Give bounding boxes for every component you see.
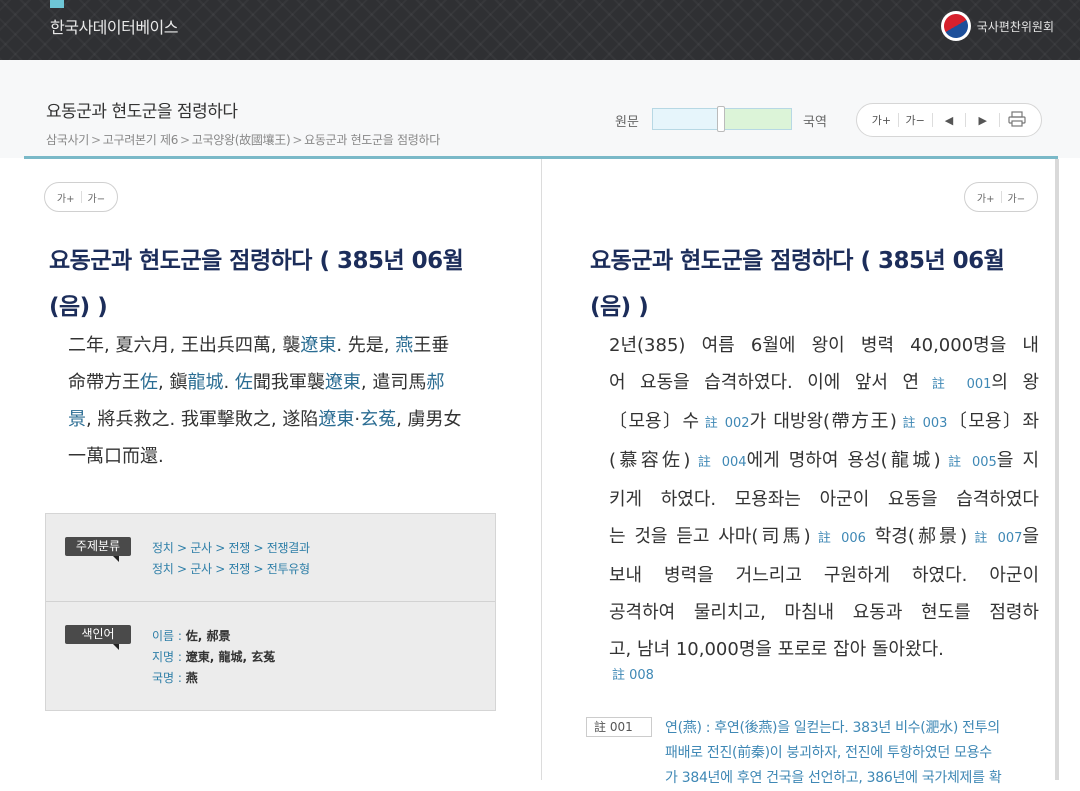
footnote-link[interactable]: 註 002 <box>699 416 750 431</box>
footnote-link[interactable]: 註 007 <box>967 531 1022 546</box>
original-pane-portion <box>653 109 721 129</box>
keyword-link[interactable]: 郝 <box>426 372 444 393</box>
view-ratio-slider[interactable] <box>652 106 792 132</box>
translation-pane-portion <box>721 109 791 129</box>
breadcrumb-item[interactable]: 삼국사기 <box>46 133 89 147</box>
left-font-increase-button[interactable]: 가+ <box>51 190 81 205</box>
keyword-link[interactable]: 佐 <box>140 372 158 393</box>
right-font-increase-button[interactable]: 가+ <box>971 190 1001 205</box>
text-line: (慕容佐) 註 004에게 명하여 용성(龍城) 註 005을 지 <box>609 450 1040 471</box>
footnote-line: 가 384년에 후연 건국을 선언하고, 386년에 국가체제를 확 <box>665 770 1002 786</box>
chevron-right-icon: > <box>90 133 101 147</box>
breadcrumb: 삼국사기 > 고구려본기 제6 > 고국양왕(故國壤王) > 요동군과 현도군을 점령하다 <box>46 131 440 148</box>
next-button[interactable]: ▶ <box>966 114 999 127</box>
prev-button[interactable]: ◀ <box>933 114 966 127</box>
toolbar: 가+ 가− ◀ ▶ <box>856 103 1042 137</box>
font-decrease-button[interactable]: 가− <box>899 112 932 128</box>
breadcrumb-item[interactable]: 요동군과 현도군을 점령하다 <box>304 133 440 147</box>
index-names: 이름 : 佐, 郝景 <box>152 629 231 643</box>
text-line: 공격하여 물리치고, 마침내 요동과 현도를 점령하 <box>609 602 1039 623</box>
right-font-decrease-button[interactable]: 가− <box>1002 190 1032 205</box>
original-label: 원문 <box>615 115 639 130</box>
translation-title: 요동군과 현도군을 점령하다 ( 385년 06월 (음) ) <box>590 248 1005 320</box>
text-line: 命帶方王佐, 鎭龍城. 佐聞我軍襲遼東, 遣司馬郝 <box>68 372 445 393</box>
text-line: 보내 병력을 거느리고 구원하게 하였다. 아군이 <box>609 565 1039 586</box>
taegeuk-emblem-icon <box>940 11 971 41</box>
keyword-link[interactable]: 遼東 <box>300 335 336 356</box>
text-line: 二年, 夏六月, 王出兵四萬, 襲遼東. 先是, 燕王垂 <box>68 335 450 356</box>
footnote-link[interactable]: 註 008 <box>612 668 654 683</box>
original-text: 二年, 夏六月, 王出兵四萬, 襲遼東. 先是, 燕王垂 命帶方王佐, 鎭龍城. … <box>68 327 508 475</box>
footnote-link[interactable]: 註 001 <box>919 377 992 392</box>
breadcrumb-item[interactable]: 고구려본기 제6 <box>103 133 179 147</box>
translation-last-note: 註 008 <box>612 655 654 694</box>
right-font-controls: 가+ 가− <box>964 182 1038 212</box>
index-countries: 국명 : 燕 <box>152 671 198 685</box>
logo-accent <box>50 0 64 8</box>
text-line: 키게 하였다. 모용좌는 아군이 요동을 습격하였다 <box>609 489 1039 510</box>
column-divider <box>541 159 542 780</box>
index-tag: 색인어 <box>65 625 131 650</box>
topic-link[interactable]: 정치 > 군사 > 전쟁 > 전투유형 <box>152 560 310 577</box>
org-logo[interactable]: 국사편찬위원회 <box>940 10 1054 42</box>
keyword-link[interactable]: 龍城 <box>187 372 223 393</box>
footnote-badge: 註 001 <box>586 717 652 737</box>
text-line: 고, 남녀 10,000명을 포로로 잡아 돌아왔다. <box>609 639 944 660</box>
footnote-link[interactable]: 註 006 <box>811 531 866 546</box>
text-line: 어 요동을 습격하였다. 이에 앞서 연 註 001의 왕 <box>609 372 1040 393</box>
topic-link[interactable]: 정치 > 군사 > 전쟁 > 전쟁결과 <box>152 539 310 556</box>
topic-tag: 주제분류 <box>65 537 131 562</box>
keyword-link[interactable]: 玄菟 <box>360 409 396 430</box>
footnote-line: 패배로 전진(前秦)이 붕괴하자, 전진에 투항하였던 모용수 <box>665 745 992 761</box>
text-line: 景, 將兵救之. 我軍擊敗之, 遂陷遼東·玄菟, 虜男女 <box>68 409 462 430</box>
org-name: 국사편찬위원회 <box>976 19 1054 34</box>
footnote-link[interactable]: 註 005 <box>941 455 997 470</box>
translation-label: 국역 <box>803 115 827 130</box>
info-box: 주제분류 정치 > 군사 > 전쟁 > 전쟁결과 정치 > 군사 > 전쟁 > … <box>45 513 496 711</box>
text-line: 〔모용〕수 註 002가 대방왕(帶方王) 註 003〔모용〕좌 <box>609 411 1040 432</box>
font-increase-button[interactable]: 가+ <box>865 112 898 128</box>
keyword-link[interactable]: 景 <box>68 409 86 430</box>
text-line: 一萬口而還. <box>68 446 164 467</box>
footnote-link[interactable]: 註 004 <box>690 455 747 470</box>
print-icon[interactable] <box>1000 110 1033 130</box>
keyword-link[interactable]: 佐 <box>235 372 253 393</box>
keyword-link[interactable]: 遼東 <box>325 372 361 393</box>
left-font-controls: 가+ 가− <box>44 182 118 212</box>
keyword-link[interactable]: 燕 <box>395 335 413 356</box>
footnote-line: 연(燕) : 후연(後燕)을 일컫는다. 383년 비수(淝水) 전투의 <box>665 720 1000 736</box>
top-bar: 한국사데이터베이스 국사편찬위원회 <box>0 0 1080 60</box>
keyword-link[interactable]: 遼東 <box>318 409 354 430</box>
topic-section: 주제분류 정치 > 군사 > 전쟁 > 전쟁결과 정치 > 군사 > 전쟁 > … <box>46 514 495 602</box>
chevron-right-icon: > <box>292 133 303 147</box>
left-font-decrease-button[interactable]: 가− <box>82 190 112 205</box>
footnote-link[interactable]: 註 003 <box>897 416 948 431</box>
original-title: 요동군과 현도군을 점령하다 ( 385년 06월 (음) ) <box>49 248 464 320</box>
text-line: 는 것을 듣고 사마(司馬) 註 006 학경(郝景) 註 007을 <box>609 526 1039 547</box>
text-line: 2년(385) 여름 6월에 왕이 병력 40,000명을 내 <box>609 335 1039 356</box>
page-title: 요동군과 현도군을 점령하다 <box>46 102 238 122</box>
index-places: 지명 : 遼東, 龍城, 玄菟 <box>152 650 276 664</box>
slider-handle[interactable] <box>717 106 725 132</box>
breadcrumb-item[interactable]: 고국양왕(故國壤王) <box>192 133 291 147</box>
chevron-right-icon: > <box>180 133 190 147</box>
translation-text: 2년(385) 여름 6월에 왕이 병력 40,000명을 내어 요동을 습격하… <box>609 327 1039 668</box>
site-title[interactable]: 한국사데이터베이스 <box>50 14 178 38</box>
scrollbar-track[interactable] <box>1055 159 1059 780</box>
